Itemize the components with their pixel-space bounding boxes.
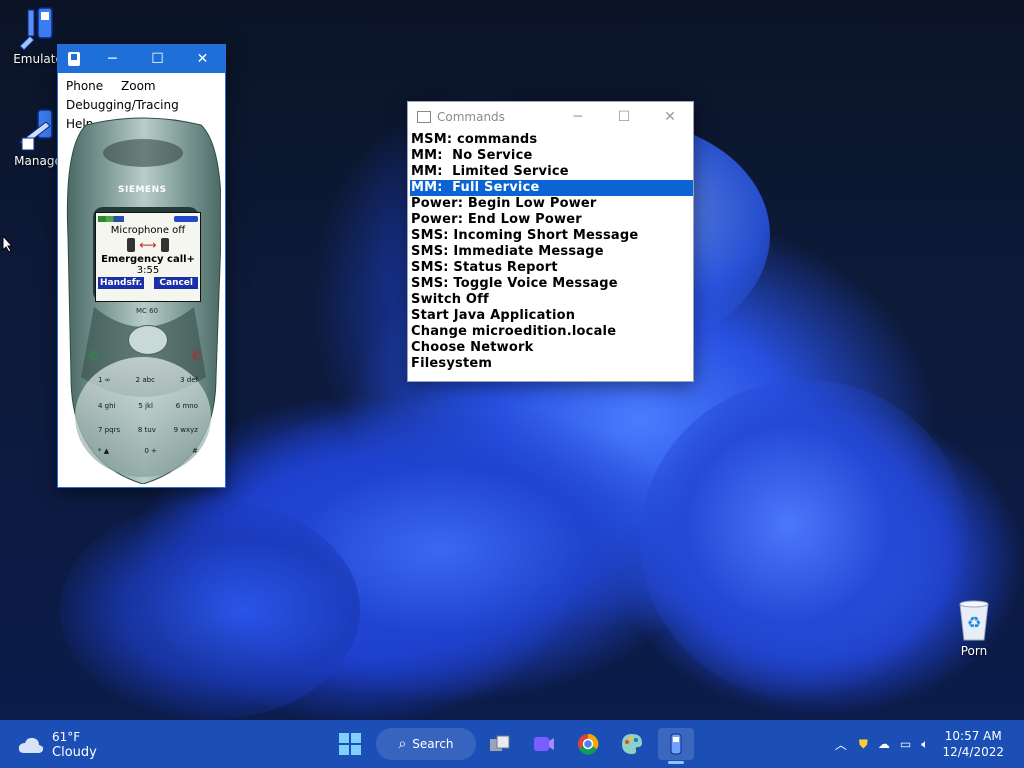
commands-title: Commands <box>437 110 505 124</box>
command-item[interactable]: SMS: Immediate Message <box>410 244 693 260</box>
chrome-icon <box>578 733 599 755</box>
phone-screen: Microphone off ⟷ Emergency call+ 3:55 Ha… <box>95 212 201 302</box>
clock-date: 12/4/2022 <box>942 745 1004 759</box>
weather-widget[interactable]: 61°F Cloudy <box>18 730 97 760</box>
commands-titlebar[interactable]: Commands ─ ☐ ✕ <box>408 102 693 132</box>
phone-emulator-icon <box>670 733 682 755</box>
emulator-icon <box>16 6 60 50</box>
menu-zoom[interactable]: Zoom <box>121 77 156 96</box>
search-icon: ⌕ <box>398 736 407 752</box>
minimize-button[interactable]: ─ <box>90 45 135 73</box>
command-item[interactable]: MM: Limited Service <box>410 164 693 180</box>
system-tray: ︿ ⛊ ☁ ▭ 🔈︎ 10:57 AM 12/4/2022 <box>835 720 1024 768</box>
minimize-button[interactable]: ─ <box>555 102 601 132</box>
paint-button[interactable] <box>616 728 648 760</box>
emulator-taskbar-button[interactable] <box>658 728 694 764</box>
teams-chat-button[interactable] <box>528 728 560 760</box>
wallpaper-swirl <box>60 500 360 720</box>
palette-icon <box>622 734 642 754</box>
command-item[interactable]: Filesystem <box>410 356 693 372</box>
menu-phone[interactable]: Phone <box>66 77 103 96</box>
signal-indicator <box>98 216 124 222</box>
command-item[interactable]: MM: No Service <box>410 148 693 164</box>
emulator-titlebar[interactable]: ─ ☐ ✕ <box>58 45 225 73</box>
active-indicator <box>668 761 684 764</box>
onedrive-offline-icon[interactable]: ☁ <box>878 737 890 751</box>
weather-temp: 61°F <box>52 730 81 744</box>
key-1[interactable]: 1 ∞ <box>98 376 111 384</box>
chrome-button[interactable] <box>572 728 604 760</box>
recycle-bin-icon: ♻ <box>952 598 996 642</box>
call-transfer-icon: ⟷ <box>96 236 200 254</box>
phone-model: MC 60 <box>136 307 159 315</box>
screen-status-bar <box>96 213 200 225</box>
close-button[interactable]: ✕ <box>647 102 693 132</box>
key-3[interactable]: 3 def <box>180 376 198 384</box>
battery-indicator <box>174 216 198 222</box>
task-view-button[interactable] <box>484 728 516 760</box>
clock[interactable]: 10:57 AM 12/4/2022 <box>942 728 1004 760</box>
softkey-handsfree[interactable]: Handsfr. <box>98 277 145 289</box>
maximize-button[interactable]: ☐ <box>601 102 647 132</box>
key-0[interactable]: 0 + <box>144 447 157 455</box>
command-item[interactable]: SMS: Toggle Voice Message <box>410 276 693 292</box>
command-item[interactable]: MM: Full Service <box>410 180 693 196</box>
command-item[interactable]: Switch Off <box>410 292 693 308</box>
call-key[interactable]: ✆ <box>88 349 98 363</box>
key-hash[interactable]: # <box>192 447 198 455</box>
commands-window[interactable]: Commands ─ ☐ ✕ MSM: commands MM: No Servi… <box>407 101 694 382</box>
chat-icon <box>534 737 554 751</box>
key-5[interactable]: 5 jkl <box>138 402 153 410</box>
network-icon[interactable]: ▭ <box>900 737 911 751</box>
screen-status-text: Microphone off <box>110 225 186 236</box>
security-warning-icon[interactable]: ⛊ <box>859 737 868 752</box>
phone-app-icon <box>68 52 80 66</box>
start-button[interactable] <box>334 728 366 760</box>
wallpaper-swirl <box>640 380 970 700</box>
key-2[interactable]: 2 abc <box>136 376 155 384</box>
command-item[interactable]: Power: End Low Power <box>410 212 693 228</box>
key-7[interactable]: 7 pqrs <box>98 426 120 434</box>
clock-time: 10:57 AM <box>944 729 1002 743</box>
menu-debugging-tracing[interactable]: Debugging/Tracing <box>66 96 179 115</box>
wallpaper-swirl <box>180 400 700 700</box>
search-button[interactable]: ⌕ Search <box>376 728 476 760</box>
command-item[interactable]: SMS: Status Report <box>410 260 693 276</box>
end-call-key[interactable]: ✆ <box>191 349 201 363</box>
close-button[interactable]: ✕ <box>180 45 225 73</box>
call-label: Emergency call+ <box>101 254 195 265</box>
command-item[interactable]: Start Java Application <box>410 308 693 324</box>
volume-icon[interactable]: 🔈︎ <box>921 737 928 752</box>
maximize-button[interactable]: ☐ <box>135 45 180 73</box>
key-6[interactable]: 6 mno <box>176 402 198 410</box>
command-item[interactable]: Choose Network <box>410 340 693 356</box>
search-label: Search <box>412 737 454 751</box>
softkey-cancel[interactable]: Cancel <box>154 277 198 289</box>
command-item[interactable]: Power: Begin Low Power <box>410 196 693 212</box>
emulator-window[interactable]: ─ ☐ ✕ Phone Zoom Debugging/Tracing Help <box>57 44 226 488</box>
key-9[interactable]: 9 wxyz <box>174 426 198 434</box>
phone-brand: SIEMENS <box>118 185 167 195</box>
weather-condition: Cloudy <box>52 745 97 760</box>
command-item[interactable]: MSM: commands <box>410 132 693 148</box>
taskbar: 61°F Cloudy ⌕ Search ︿ ⛊ ☁ ▭ 🔈︎ 10:57 AM… <box>0 720 1024 768</box>
window-app-icon <box>417 111 431 123</box>
windows-logo-icon <box>339 733 361 755</box>
key-4[interactable]: 4 ghi <box>98 402 116 410</box>
phone-keypad: 1 ∞ 2 abc 3 def 4 ghi 5 jkl 6 mno 7 pqrs… <box>98 367 198 461</box>
svg-text:♻: ♻ <box>967 613 981 632</box>
mouse-cursor-icon <box>2 235 14 253</box>
nav-key[interactable] <box>128 325 168 355</box>
command-item[interactable]: SMS: Incoming Short Message <box>410 228 693 244</box>
call-timer: 3:55 <box>136 265 160 276</box>
task-view-icon <box>490 735 510 751</box>
commands-list: MSM: commands MM: No Service MM: Limited S… <box>408 132 693 372</box>
manager-icon <box>16 108 60 152</box>
desktop-icon-recycle-bin[interactable]: ♻ Porn <box>944 598 1004 658</box>
key-8[interactable]: 8 tuv <box>138 426 156 434</box>
show-hidden-icons-chevron-icon[interactable]: ︿ <box>835 736 847 753</box>
key-star[interactable]: * ▲ <box>98 447 109 455</box>
command-item[interactable]: Change microedition.locale <box>410 324 693 340</box>
cloud-icon <box>18 737 44 753</box>
